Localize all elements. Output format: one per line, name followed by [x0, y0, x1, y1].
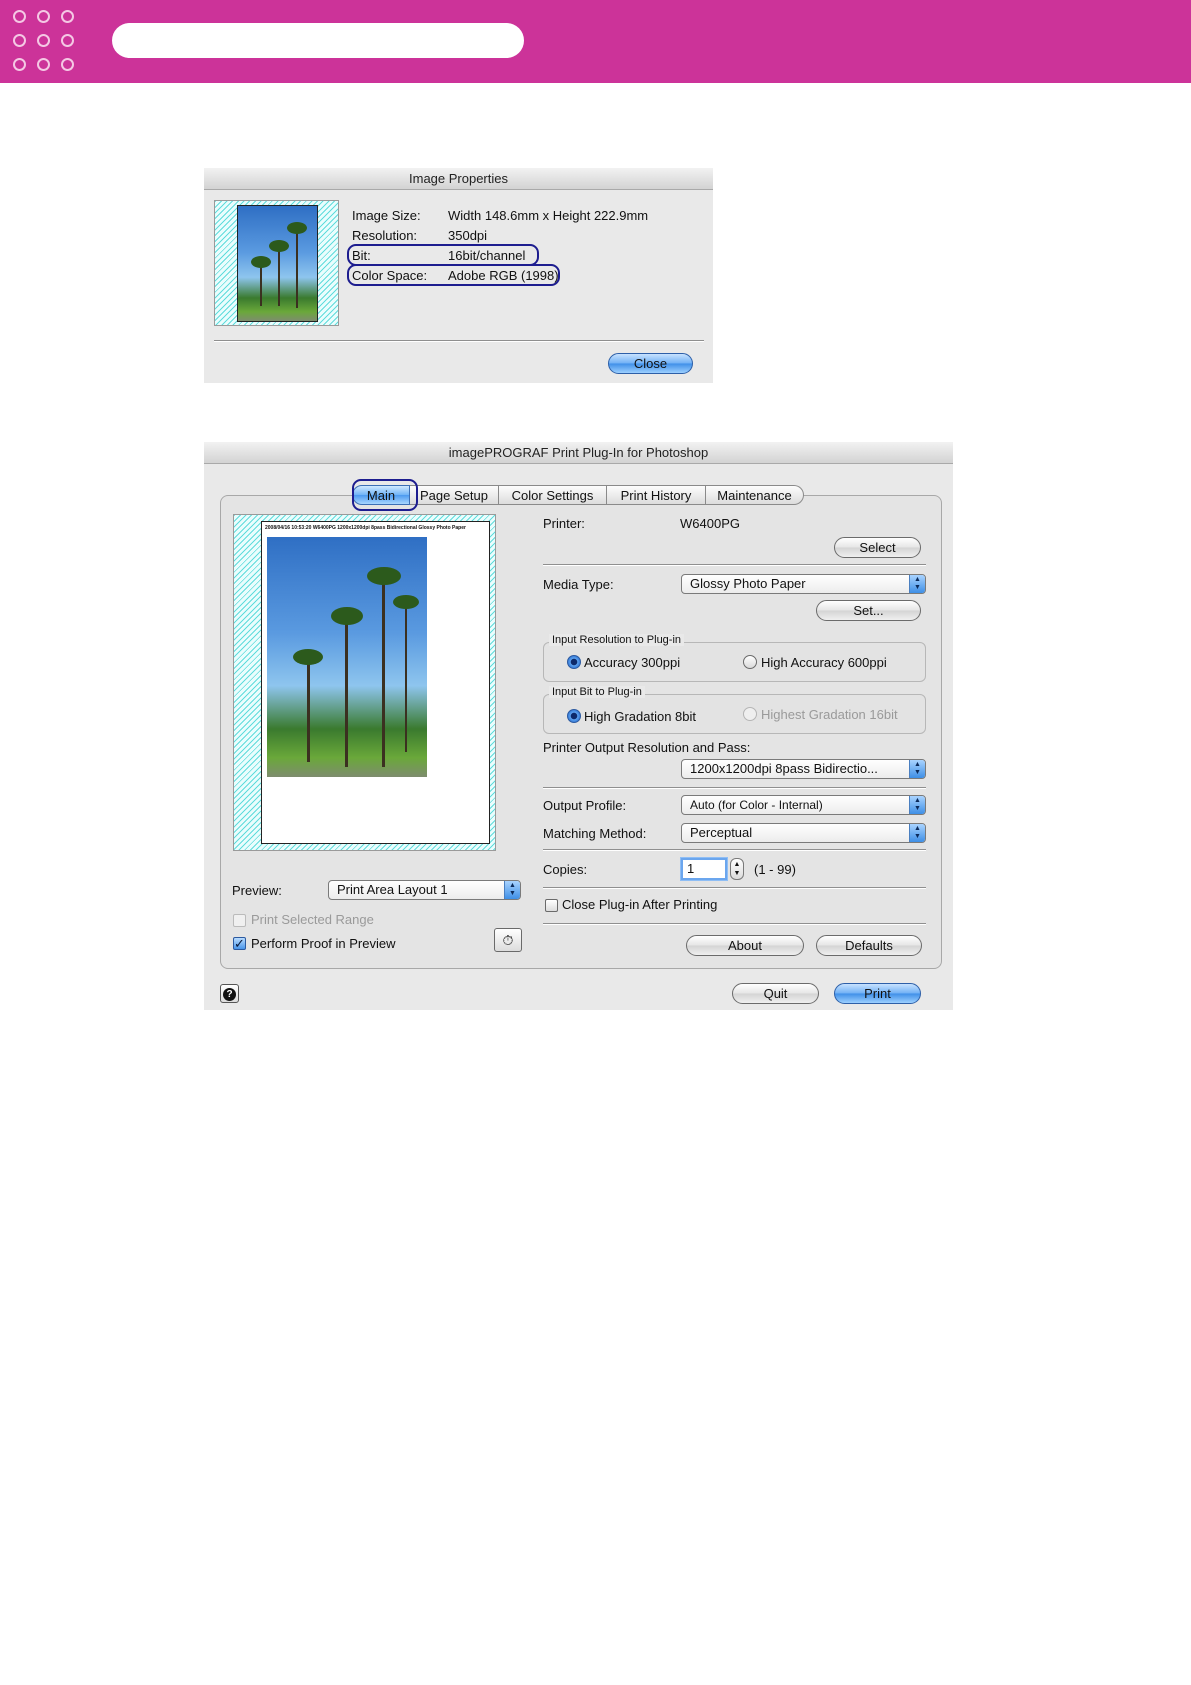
- image-thumbnail-frame: [214, 200, 339, 326]
- defaults-button[interactable]: Defaults: [816, 935, 922, 956]
- decorative-dot-icon: [61, 10, 74, 23]
- media-type-label: Media Type:: [543, 577, 614, 592]
- chevron-updown-icon: ▲ ▼: [909, 824, 925, 842]
- select-printer-button[interactable]: Select: [834, 537, 921, 558]
- tab-page-setup[interactable]: Page Setup: [410, 485, 499, 505]
- highest-gradation-16bit-label: Highest Gradation 16bit: [761, 707, 898, 722]
- media-type-value: Glossy Photo Paper: [690, 576, 806, 591]
- high-gradation-8bit-label: High Gradation 8bit: [584, 709, 697, 724]
- print-plugin-window: imagePROGRAF Print Plug-In for Photoshop…: [204, 442, 953, 1010]
- decorative-dot-icon: [13, 10, 26, 23]
- perform-proof-label: Perform Proof in Preview: [251, 936, 396, 951]
- chevron-updown-icon: ▲ ▼: [909, 796, 925, 814]
- decorative-dot-icon: [61, 34, 74, 47]
- resolution-value: 350dpi: [448, 228, 488, 243]
- right-divider-1: [543, 564, 926, 566]
- printer-value: W6400PG: [680, 516, 740, 531]
- chevron-updown-icon: ▲ ▼: [909, 575, 925, 593]
- high-gradation-8bit-radio[interactable]: [567, 709, 581, 723]
- decorative-dot-icon: [13, 34, 26, 47]
- proof-settings-button[interactable]: ⏱: [494, 928, 522, 952]
- image-size-label: Image Size:: [352, 208, 421, 223]
- decorative-dot-icon: [13, 58, 26, 71]
- input-resolution-group-label: Input Resolution to Plug-in: [549, 634, 685, 646]
- output-profile-value: Auto (for Color - Internal): [690, 798, 823, 812]
- perform-proof-checkbox[interactable]: ✓: [233, 937, 246, 950]
- print-selected-range-label: Print Selected Range: [251, 912, 374, 927]
- print-button[interactable]: Print: [834, 983, 921, 1004]
- close-plugin-after-printing-label: Close Plug-in After Printing: [562, 897, 718, 912]
- bit-highlight-outline: [347, 244, 539, 266]
- right-divider-5: [543, 923, 926, 925]
- copies-label: Copies:: [543, 862, 588, 877]
- accuracy-300ppi-radio[interactable]: [567, 655, 581, 669]
- color-space-highlight-outline: [347, 264, 560, 286]
- accuracy-300ppi-label: Accuracy 300ppi: [584, 655, 681, 670]
- quit-button[interactable]: Quit: [732, 983, 819, 1004]
- decorative-dot-icon: [37, 34, 50, 47]
- image-properties-title: Image Properties: [204, 168, 713, 190]
- preview-label: Preview:: [232, 883, 282, 898]
- copies-input[interactable]: 1: [681, 858, 727, 880]
- header-banner: [0, 0, 1191, 83]
- right-divider-2: [543, 787, 926, 789]
- copies-stepper[interactable]: ▲ ▼: [730, 858, 744, 880]
- media-type-select[interactable]: Glossy Photo Paper ▲ ▼: [681, 574, 926, 594]
- preview-photo: [267, 537, 427, 777]
- right-divider-4: [543, 887, 926, 889]
- copies-range-label: (1 - 99): [754, 862, 796, 877]
- tab-print-history[interactable]: Print History: [607, 485, 706, 505]
- banner-title-pill: [112, 23, 524, 58]
- output-resolution-label: Printer Output Resolution and Pass:: [543, 740, 751, 755]
- main-tab-highlight-outline: [352, 479, 418, 511]
- high-accuracy-600ppi-label: High Accuracy 600ppi: [761, 655, 887, 670]
- image-properties-divider: [214, 340, 704, 342]
- preview-select[interactable]: Print Area Layout 1 ▲ ▼: [328, 880, 521, 900]
- image-properties-window: Image Properties Image Size: Width 148.6…: [204, 168, 713, 383]
- highest-gradation-16bit-radio[interactable]: [743, 707, 757, 721]
- proof-settings-icon: ⏱: [502, 932, 514, 948]
- resolution-label: Resolution:: [352, 228, 418, 243]
- print-preview-frame: 2008/04/16 10:53:20 W6400PG 1200x1200dpi…: [233, 514, 496, 851]
- tab-color-settings[interactable]: Color Settings: [499, 485, 607, 505]
- output-resolution-value: 1200x1200dpi 8pass Bidirectio...: [690, 761, 878, 776]
- tab-bar: Main Page Setup Color Settings Print His…: [352, 485, 812, 507]
- plugin-window-title: imagePROGRAF Print Plug-In for Photoshop: [204, 442, 953, 464]
- decorative-dot-icon: [37, 10, 50, 23]
- matching-method-label: Matching Method:: [543, 826, 647, 841]
- matching-method-select[interactable]: Perceptual ▲ ▼: [681, 823, 926, 843]
- high-accuracy-600ppi-radio[interactable]: [743, 655, 757, 669]
- print-preview-page: 2008/04/16 10:53:20 W6400PG 1200x1200dpi…: [261, 521, 490, 844]
- matching-method-value: Perceptual: [690, 825, 753, 840]
- preview-select-value: Print Area Layout 1: [337, 882, 448, 897]
- preview-header-text: 2008/04/16 10:53:20 W6400PG 1200x1200dpi…: [265, 525, 466, 531]
- image-thumbnail: [237, 205, 318, 322]
- help-button[interactable]: ?: [220, 984, 239, 1003]
- chevron-updown-icon: ▲ ▼: [909, 760, 925, 778]
- stepper-arrows-icon: ▲ ▼: [733, 861, 741, 877]
- decorative-dot-icon: [37, 58, 50, 71]
- printer-label: Printer:: [543, 516, 585, 531]
- close-plugin-after-printing-checkbox[interactable]: [545, 899, 558, 912]
- output-resolution-select[interactable]: 1200x1200dpi 8pass Bidirectio... ▲ ▼: [681, 759, 926, 779]
- output-profile-select[interactable]: Auto (for Color - Internal) ▲ ▼: [681, 795, 926, 815]
- image-size-value: Width 148.6mm x Height 222.9mm: [448, 208, 649, 223]
- set-media-button[interactable]: Set...: [816, 600, 921, 621]
- print-selected-range-checkbox[interactable]: [233, 914, 246, 927]
- input-bit-group-label: Input Bit to Plug-in: [549, 686, 645, 698]
- right-divider-3: [543, 849, 926, 851]
- about-button[interactable]: About: [686, 935, 804, 956]
- help-icon: ?: [223, 988, 236, 1001]
- decorative-dot-icon: [61, 58, 74, 71]
- tab-maintenance[interactable]: Maintenance: [706, 485, 804, 505]
- close-button[interactable]: Close: [608, 353, 693, 374]
- chevron-updown-icon: ▲ ▼: [504, 881, 520, 899]
- output-profile-label: Output Profile:: [543, 798, 627, 813]
